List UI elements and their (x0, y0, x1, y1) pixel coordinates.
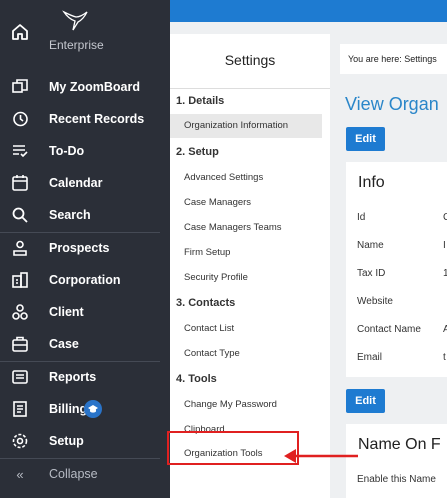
sidebar-item-client[interactable]: Client (0, 296, 170, 328)
collapse-label: Collapse (49, 467, 98, 481)
sidebar-item-case[interactable]: Case (0, 328, 170, 360)
info-label-email: Email (357, 352, 383, 363)
top-header-bar (170, 0, 447, 22)
sidebar-item-label: Setup (49, 434, 84, 448)
sidebar-item-label: Search (49, 208, 91, 222)
settings-link-contact-type[interactable]: Contact Type (184, 348, 240, 359)
settings-divider (170, 88, 330, 89)
info-card-title: Info (358, 174, 385, 191)
client-icon (12, 304, 28, 320)
sidebar-item-calendar[interactable]: Calendar (0, 167, 170, 199)
sidebar-item-search[interactable]: Search (0, 199, 170, 231)
info-label-contact-name: Contact Name (357, 324, 421, 335)
sidebar-item-label: Prospects (49, 241, 110, 255)
calendar-icon (12, 175, 28, 191)
sidebar-item-label: Client (49, 305, 84, 319)
brand-label: Enterprise (49, 38, 104, 52)
sidebar-item-label: Reports (49, 370, 97, 384)
info-card: Info Id C Name I Tax ID 1 Website Contac… (346, 162, 447, 377)
sidebar-item-billing[interactable]: Billing (0, 393, 170, 425)
edit-button-secondary[interactable]: Edit (346, 389, 385, 413)
billing-icon (13, 401, 27, 417)
sidebar-item-todo[interactable]: To-Do (0, 135, 170, 167)
settings-panel: Settings 1. Details Organization Informa… (170, 34, 330, 498)
todo-icon (13, 145, 28, 158)
sidebar-item-recent-records[interactable]: Recent Records (0, 103, 170, 135)
info-value-id: C (443, 212, 447, 223)
name-card-title: Name On F (358, 436, 441, 453)
settings-link-firm-setup[interactable]: Firm Setup (184, 247, 230, 258)
settings-link-organization-information[interactable]: Organization Information (170, 114, 322, 138)
sidebar-item-my-zoomboard[interactable]: My ZoomBoard (0, 71, 170, 103)
sidebar-item-reports[interactable]: Reports (0, 361, 170, 393)
prospects-icon (13, 240, 27, 256)
info-value-contact-name: A (443, 324, 447, 335)
sidebar-item-corporation[interactable]: Corporation (0, 264, 170, 296)
settings-link-security-profile[interactable]: Security Profile (184, 272, 248, 283)
section-heading-tools: 4. Tools (176, 373, 217, 385)
search-icon (12, 207, 28, 223)
history-icon (13, 111, 28, 127)
sidebar-item-prospects[interactable]: Prospects (0, 232, 170, 264)
settings-title: Settings (224, 52, 276, 68)
info-label-id: Id (357, 212, 366, 223)
name-on-forms-card: Name On F Enable this Name (346, 424, 447, 498)
sidebar-collapse-button[interactable]: « Collapse (0, 458, 170, 490)
info-value-email: t (443, 352, 446, 363)
page-title: View Organ (345, 94, 439, 114)
sidebar-item-label: Case (49, 337, 79, 351)
info-value-tax-id: 1 (443, 268, 447, 279)
info-label-website: Website (357, 296, 393, 307)
logo-bird-icon (62, 10, 88, 31)
case-icon (12, 336, 28, 352)
sidebar-item-label: Calendar (49, 176, 103, 190)
main-content: You are here: Settings View Organ Edit I… (340, 34, 447, 498)
info-label-tax-id: Tax ID (357, 268, 386, 279)
section-heading-setup: 2. Setup (176, 146, 219, 158)
settings-link-case-managers[interactable]: Case Managers (184, 197, 251, 208)
settings-link-case-managers-teams[interactable]: Case Managers Teams (184, 222, 282, 233)
sidebar-item-label: My ZoomBoard (49, 80, 140, 94)
logo-area: Enterprise (0, 0, 170, 70)
reports-icon (12, 370, 28, 384)
sidebar: Enterprise My ZoomBoard Recent Records T… (0, 0, 170, 498)
sidebar-item-label: Billing (49, 402, 88, 416)
double-chevron-left-icon: « (16, 466, 24, 482)
highlight-arrow-icon (284, 449, 358, 463)
zoomboard-icon (12, 79, 28, 93)
section-heading-details: 1. Details (176, 95, 225, 107)
settings-link-contact-list[interactable]: Contact List (184, 323, 234, 334)
info-label-name: Name (357, 240, 384, 251)
corporation-icon (12, 272, 28, 288)
sidebar-item-label: To-Do (49, 144, 85, 158)
home-icon[interactable] (10, 22, 30, 42)
settings-link-change-my-password[interactable]: Change My Password (184, 399, 277, 410)
breadcrumb: You are here: Settings (340, 44, 447, 74)
info-value-name: I (443, 240, 446, 251)
sidebar-item-setup[interactable]: Setup (0, 425, 170, 457)
graduation-cap-icon[interactable] (84, 400, 102, 418)
settings-link-advanced-settings[interactable]: Advanced Settings (184, 172, 263, 183)
section-heading-contacts: 3. Contacts (176, 297, 236, 309)
name-card-row: Enable this Name (357, 474, 436, 485)
sidebar-item-label: Recent Records (49, 112, 145, 126)
sidebar-item-label: Corporation (49, 273, 121, 287)
gear-icon (12, 433, 28, 449)
edit-button[interactable]: Edit (346, 127, 385, 151)
